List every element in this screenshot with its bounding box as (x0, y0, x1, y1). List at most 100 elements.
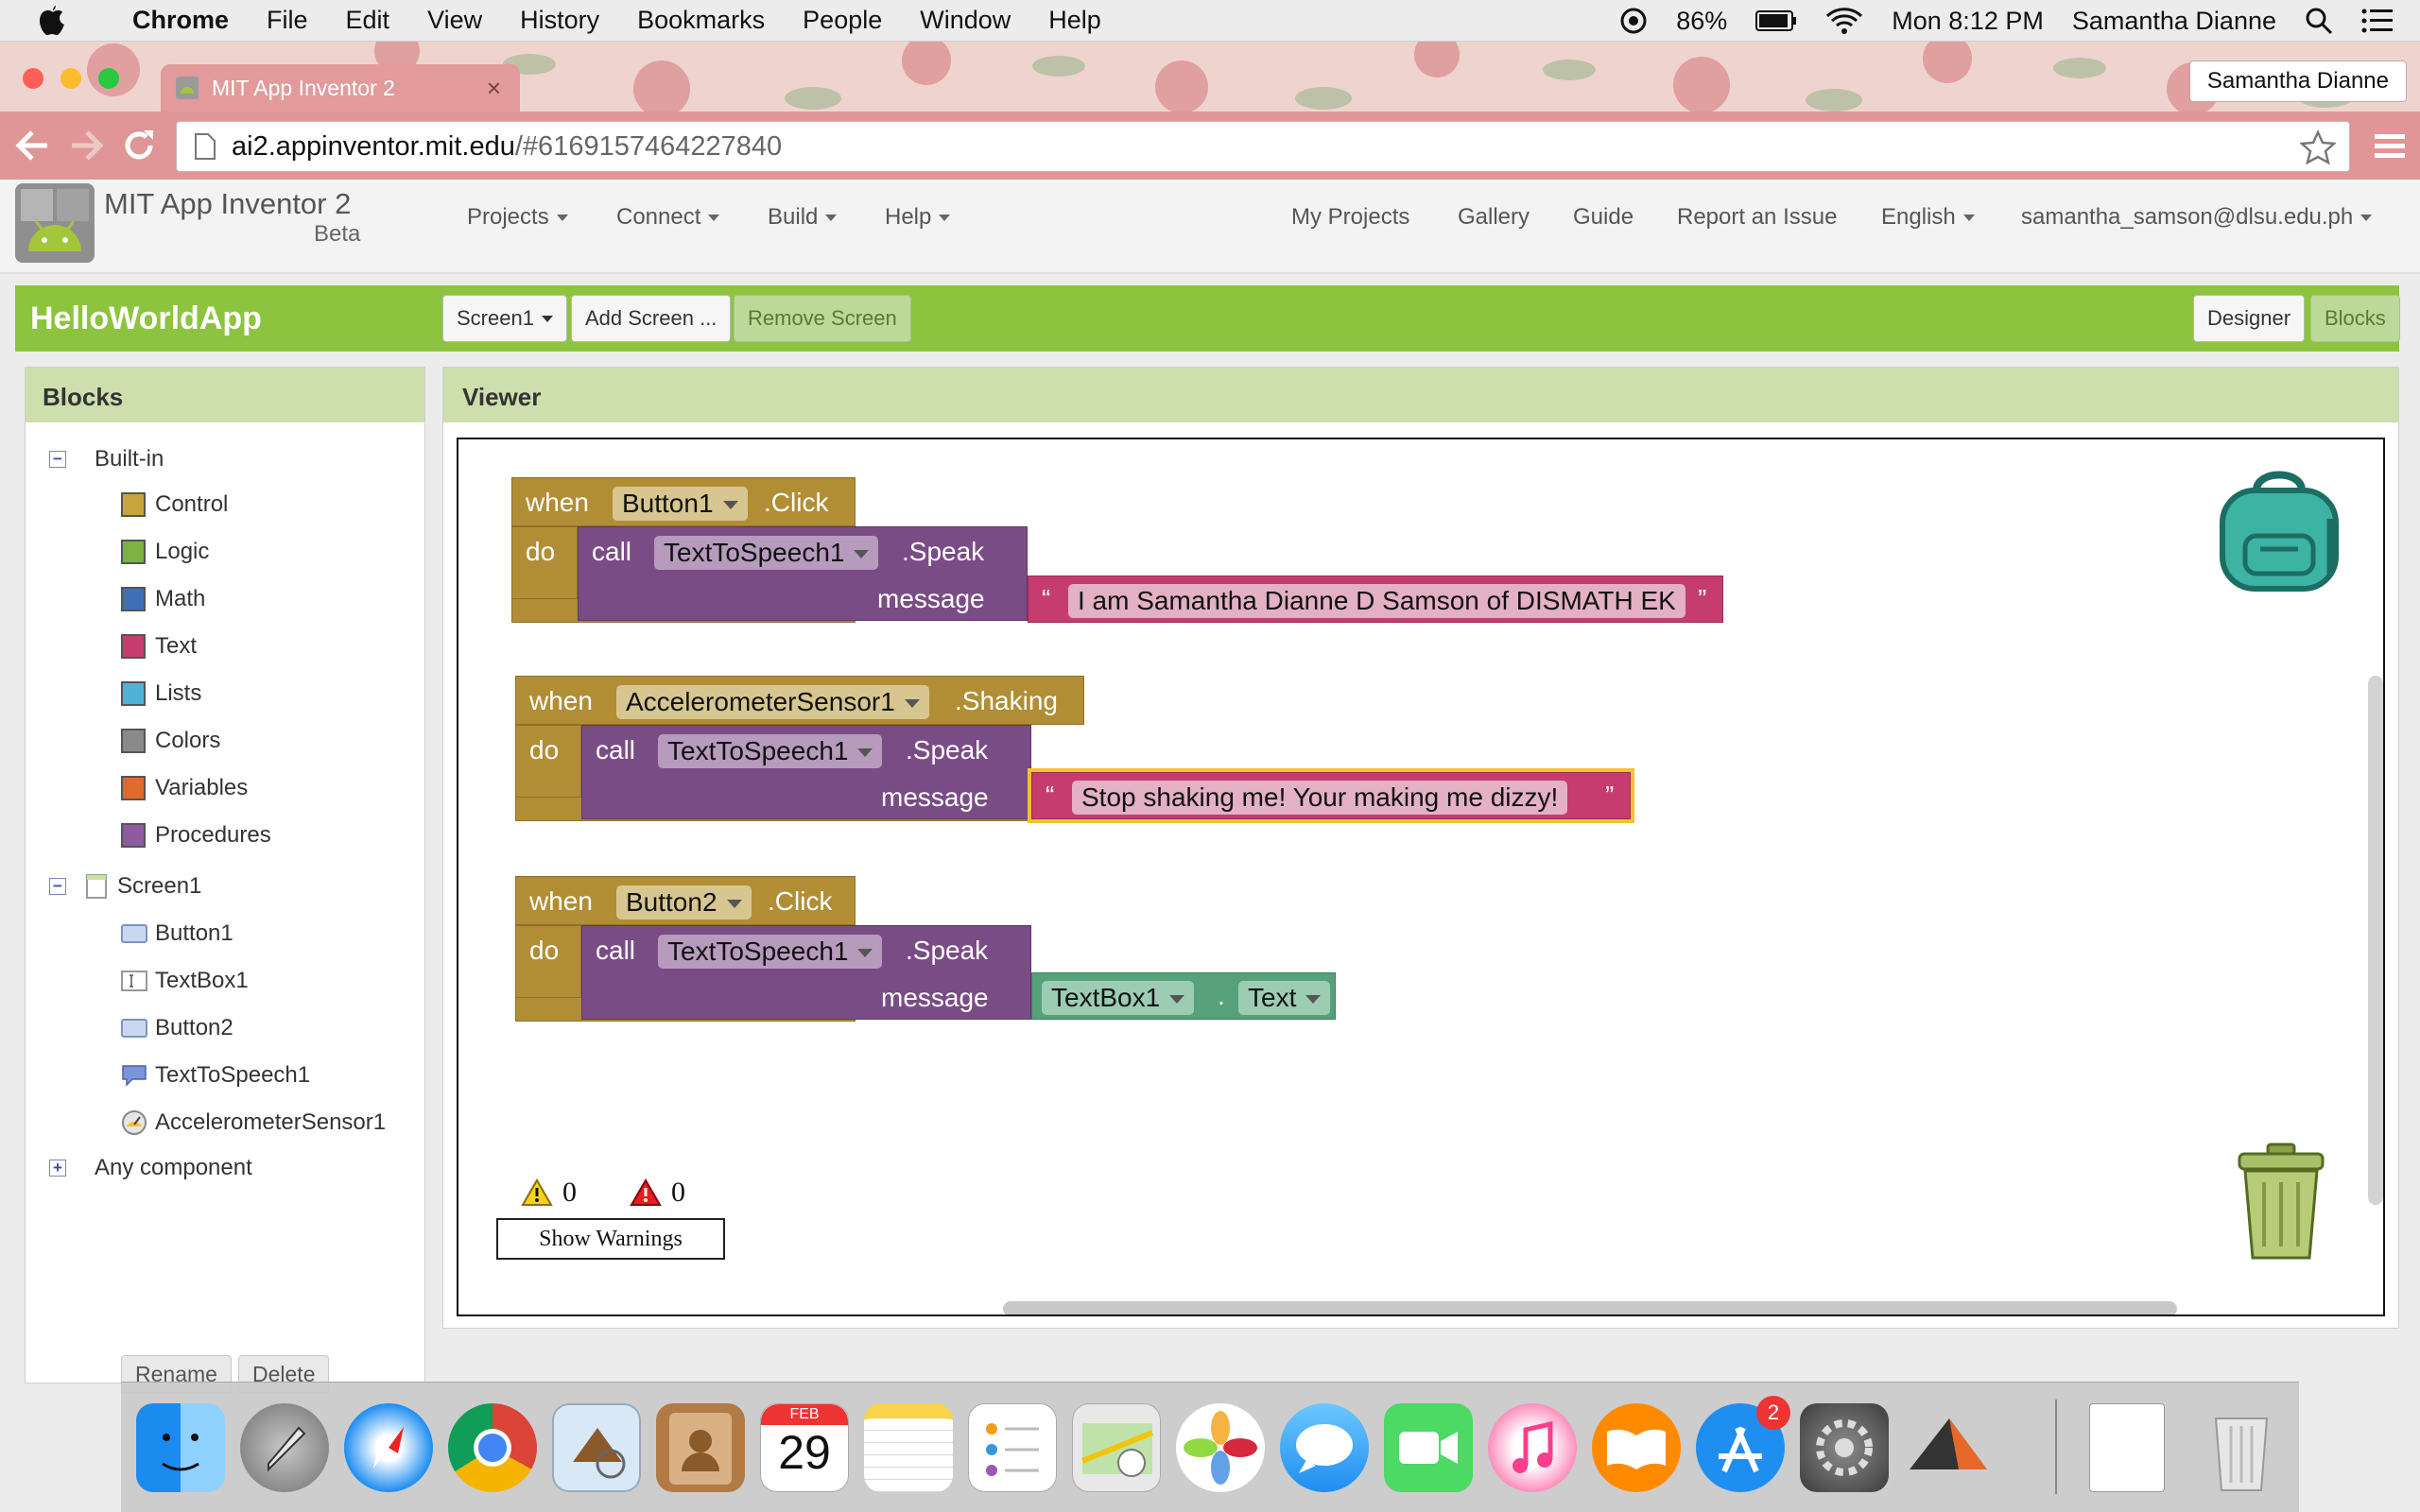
facetime-dock-icon[interactable] (1384, 1403, 1473, 1492)
nav-build-menu[interactable]: Build (768, 204, 838, 231)
chrome-dock-icon[interactable] (448, 1403, 537, 1492)
component-dropdown[interactable]: Button2 (616, 885, 752, 919)
builtin-category-lists[interactable]: Lists (121, 680, 201, 707)
builtin-category-procedures[interactable]: Procedures (121, 822, 271, 849)
tree-builtin[interactable]: − Built-in (49, 446, 164, 472)
wifi-icon[interactable] (1825, 7, 1863, 35)
text-block[interactable]: “ I am Samantha Dianne D Samson of DISMA… (1028, 576, 1723, 623)
expand-icon[interactable]: + (49, 1160, 66, 1177)
menu-file[interactable]: File (267, 6, 308, 35)
battery-icon[interactable] (1755, 9, 1797, 32)
tab-close-icon[interactable]: × (487, 74, 501, 103)
target-dropdown[interactable]: TextToSpeech1 (658, 935, 883, 969)
account-menu[interactable]: samantha_samson@dlsu.edu.ph (2021, 204, 2373, 231)
address-bar[interactable]: ai2.appinventor.mit.edu/#616915746422784… (176, 121, 2350, 172)
matlab-dock-icon[interactable] (1904, 1403, 1993, 1492)
show-warnings-button[interactable]: Show Warnings (496, 1218, 725, 1260)
tree-component-texttospeech1[interactable]: TextToSpeech1 (121, 1062, 310, 1089)
call-block-speak[interactable]: call TextToSpeech1 .Speak message (581, 725, 1031, 819)
getter-block-textbox1-text[interactable]: TextBox1 . Text (1031, 972, 1336, 1020)
blocks-button[interactable]: Blocks (2310, 295, 2400, 342)
menu-people[interactable]: People (803, 6, 882, 35)
tree-screen1[interactable]: − Screen1 (49, 873, 201, 900)
blocks-workspace[interactable]: when Button1 .Click do call TextToSpeech… (457, 438, 2385, 1316)
menu-history[interactable]: History (520, 6, 599, 35)
apple-icon[interactable] (38, 5, 66, 37)
text-value[interactable]: I am Samantha Dianne D Samson of DISMATH… (1068, 584, 1685, 618)
target-dropdown[interactable]: TextToSpeech1 (658, 734, 883, 768)
messages-dock-icon[interactable] (1280, 1403, 1369, 1492)
backpack-icon[interactable] (2213, 462, 2345, 594)
contacts-dock-icon[interactable] (656, 1403, 745, 1492)
window-zoom-button[interactable] (98, 68, 119, 89)
forward-arrow-icon[interactable] (68, 129, 104, 163)
nav-report-issue-link[interactable]: Report an Issue (1677, 204, 1837, 231)
builtin-category-colors[interactable]: Colors (121, 728, 220, 754)
call-block-speak[interactable]: call TextToSpeech1 .Speak message (578, 526, 1028, 621)
tree-component-button2[interactable]: Button2 (121, 1015, 233, 1041)
app-inventor-logo-icon[interactable] (15, 183, 95, 263)
maps-dock-icon[interactable] (1072, 1403, 1161, 1492)
collapse-icon[interactable]: − (49, 451, 66, 468)
trash-dock-icon[interactable] (2197, 1403, 2286, 1492)
browser-tab[interactable]: MIT App Inventor 2 × (161, 64, 520, 112)
notification-center-icon[interactable] (2361, 9, 2394, 33)
trash-can-icon[interactable] (2234, 1141, 2328, 1263)
language-menu[interactable]: English (1881, 204, 1975, 231)
event-block-button2-click[interactable]: when Button2 .Click (515, 876, 856, 925)
call-block-speak[interactable]: call TextToSpeech1 .Speak message (581, 925, 1031, 1020)
builtin-category-logic[interactable]: Logic (121, 539, 209, 565)
ibooks-dock-icon[interactable] (1592, 1403, 1681, 1492)
menu-view[interactable]: View (427, 6, 482, 35)
builtin-category-text[interactable]: Text (121, 633, 197, 660)
menu-edit[interactable]: Edit (346, 6, 390, 35)
chrome-profile-button[interactable]: Samantha Dianne (2188, 60, 2407, 102)
menu-help[interactable]: Help (1048, 6, 1101, 35)
builtin-category-variables[interactable]: Variables (121, 775, 248, 801)
collapse-icon[interactable]: − (49, 878, 66, 895)
getter-property-dropdown[interactable]: Text (1238, 981, 1331, 1015)
tree-component-textbox1[interactable]: TextBox1 (121, 968, 249, 994)
screen-select-dropdown[interactable]: Screen1 (442, 295, 567, 342)
event-block-accelerometer-shaking[interactable]: when AccelerometerSensor1 .Shaking (515, 676, 1084, 725)
menu-window[interactable]: Window (920, 6, 1011, 35)
remove-screen-button[interactable]: Remove Screen (734, 295, 911, 342)
mail-dock-icon[interactable] (552, 1403, 641, 1492)
vertical-scrollbar[interactable] (2368, 676, 2383, 1205)
nav-connect-menu[interactable]: Connect (616, 204, 720, 231)
calendar-dock-icon[interactable]: FEB 29 (760, 1403, 849, 1492)
system-preferences-dock-icon[interactable] (1800, 1403, 1889, 1492)
designer-button[interactable]: Designer (2193, 295, 2306, 342)
builtin-category-control[interactable]: Control (121, 491, 228, 518)
nav-gallery-link[interactable]: Gallery (1458, 204, 1530, 231)
screen-record-icon[interactable] (1619, 7, 1648, 35)
nav-my-projects-link[interactable]: My Projects (1291, 204, 1409, 231)
text-value[interactable]: Stop shaking me! Your making me dizzy! (1072, 781, 1568, 815)
chrome-menu-icon[interactable] (2371, 127, 2409, 164)
finder-dock-icon[interactable] (136, 1403, 225, 1492)
safari-dock-icon[interactable] (344, 1403, 433, 1492)
notes-dock-icon[interactable] (864, 1403, 953, 1492)
menu-user[interactable]: Samantha Dianne (2072, 7, 2276, 36)
menu-clock[interactable]: Mon 8:12 PM (1892, 7, 2044, 36)
event-block-button1-click[interactable]: when Button1 .Click (511, 477, 856, 526)
window-close-button[interactable] (23, 68, 43, 89)
menu-bookmarks[interactable]: Bookmarks (637, 6, 765, 35)
getter-component-dropdown[interactable]: TextBox1 (1042, 981, 1195, 1015)
launchpad-dock-icon[interactable] (240, 1403, 329, 1492)
component-dropdown[interactable]: Button1 (613, 487, 748, 521)
component-dropdown[interactable]: AccelerometerSensor1 (616, 685, 929, 719)
back-arrow-icon[interactable] (15, 129, 51, 163)
nav-help-menu[interactable]: Help (885, 204, 951, 231)
horizontal-scrollbar[interactable] (1003, 1301, 2177, 1314)
menu-app-name[interactable]: Chrome (132, 6, 229, 35)
reminders-dock-icon[interactable] (968, 1403, 1057, 1492)
window-minimize-button[interactable] (60, 68, 81, 89)
photos-dock-icon[interactable] (1176, 1403, 1265, 1492)
spotlight-icon[interactable] (2305, 7, 2333, 35)
tree-any-component[interactable]: + Any component (49, 1155, 252, 1181)
nav-guide-link[interactable]: Guide (1573, 204, 1634, 231)
app-store-dock-icon[interactable]: 2 (1696, 1396, 1790, 1492)
add-screen-button[interactable]: Add Screen ... (571, 295, 732, 342)
tree-component-button1[interactable]: Button1 (121, 920, 233, 947)
